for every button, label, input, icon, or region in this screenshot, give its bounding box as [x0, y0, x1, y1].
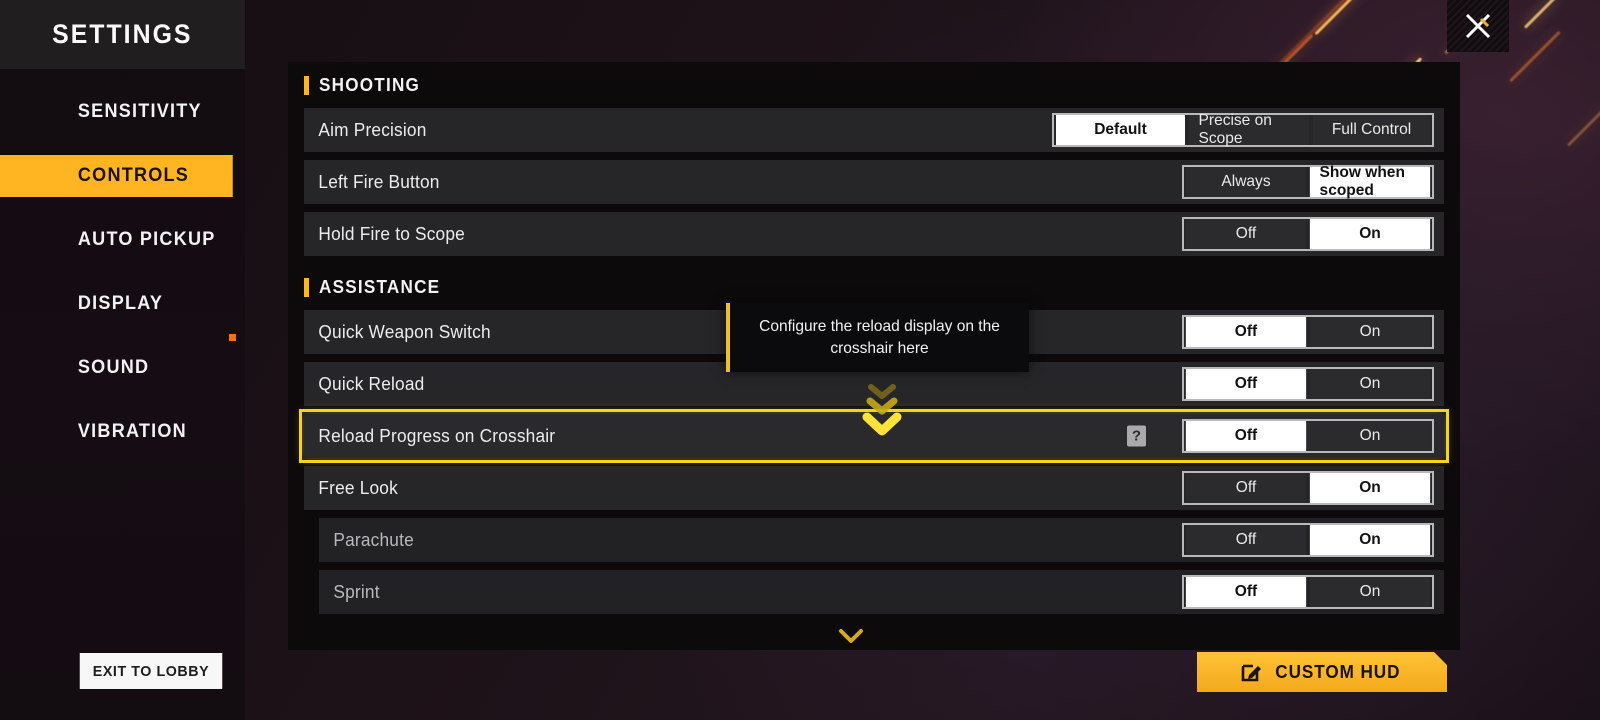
segment-option[interactable]: On: [1309, 577, 1431, 607]
sidebar-title-bar: SETTINGS: [0, 0, 245, 69]
sidebar-item-label: AUTO PICKUP: [77, 229, 216, 250]
custom-hud-button[interactable]: CUSTOM HUD: [1197, 652, 1447, 692]
segment-option[interactable]: Full Control: [1312, 115, 1431, 145]
segment-option[interactable]: On: [1309, 473, 1431, 503]
sidebar-item-label: SOUND: [77, 357, 150, 378]
sidebar-item-label: VIBRATION: [77, 421, 187, 442]
segment-option[interactable]: Off: [1185, 473, 1307, 503]
sidebar-item-label: DISPLAY: [77, 293, 164, 314]
page-title: SETTINGS: [52, 19, 193, 49]
setting-row-label: Quick Weapon Switch: [318, 321, 491, 342]
sidebar-item-label: SENSITIVITY: [77, 101, 202, 122]
segment-option[interactable]: Always: [1185, 167, 1307, 197]
chevron-down-icon: [839, 629, 863, 643]
segment-option[interactable]: Off: [1185, 525, 1307, 555]
close-icon: [1465, 13, 1491, 39]
setting-row-label: Free Look: [318, 477, 398, 498]
segmented-control: Always Show when scoped: [1182, 164, 1434, 199]
setting-row[interactable]: Parachute Off On: [319, 518, 1444, 562]
setting-row[interactable]: Left Fire Button Always Show when scoped: [304, 160, 1444, 204]
close-button[interactable]: [1447, 0, 1509, 52]
segment-option[interactable]: On: [1309, 525, 1431, 555]
setting-row-label: Hold Fire to Scope: [318, 223, 465, 244]
segmented-control: Off On: [1182, 217, 1434, 251]
scroll-down-indicator[interactable]: [838, 628, 864, 649]
segment-option[interactable]: Off: [1185, 317, 1307, 347]
setting-row[interactable]: Hold Fire to Scope Off On: [304, 212, 1444, 256]
segment-option[interactable]: Off: [1185, 577, 1307, 607]
setting-row[interactable]: Free Look Off On: [304, 466, 1444, 510]
setting-row[interactable]: Sprint Off On: [319, 570, 1444, 614]
sidebar-item-sensitivity[interactable]: SENSITIVITY: [0, 91, 233, 133]
setting-row-label: Aim Precision: [318, 119, 427, 140]
sidebar-item-sound[interactable]: SOUND: [0, 347, 233, 389]
sidebar-item-vibration[interactable]: VIBRATION: [0, 411, 233, 453]
tooltip-text: Configure the reload display on the cros…: [759, 317, 1000, 357]
section-header-shooting: SHOOTING: [288, 62, 1460, 108]
segment-option[interactable]: Off: [1185, 219, 1307, 249]
section-accent-bar: [304, 75, 309, 95]
exit-to-lobby-button[interactable]: EXIT TO LOBBY: [79, 653, 223, 689]
streak-decoration: [1509, 30, 1561, 83]
section-accent-bar: [304, 277, 309, 297]
sidebar-top-spacer: [0, 69, 245, 91]
segment-option[interactable]: Off: [1185, 369, 1307, 399]
segmented-control: Off On: [1182, 419, 1434, 453]
segment-option[interactable]: Show when scoped: [1309, 164, 1431, 199]
segment-option[interactable]: Precise on Scope: [1188, 112, 1310, 147]
section-title: ASSISTANCE: [319, 276, 441, 297]
segmented-control: Default Precise on Scope Full Control: [1052, 112, 1434, 147]
segment-option[interactable]: On: [1309, 369, 1431, 399]
setting-row-label: Left Fire Button: [318, 171, 440, 192]
segmented-control: Off On: [1182, 523, 1434, 557]
sidebar-item-controls[interactable]: CONTROLS: [0, 155, 233, 197]
segment-option[interactable]: On: [1309, 219, 1431, 249]
segment-option[interactable]: On: [1309, 317, 1431, 347]
setting-row-label: Quick Reload: [318, 373, 425, 394]
tooltip-callout: Configure the reload display on the cros…: [726, 303, 1029, 372]
sidebar-item-display[interactable]: DISPLAY: [0, 283, 233, 325]
setting-row[interactable]: Aim Precision Default Precise on Scope Full…: [304, 108, 1444, 152]
segment-option[interactable]: On: [1309, 421, 1431, 451]
chevrons-down-icon: [862, 381, 902, 437]
custom-hud-label: CUSTOM HUD: [1274, 661, 1401, 682]
setting-row-label: Parachute: [333, 529, 414, 550]
edit-pencil-icon: [1241, 661, 1263, 683]
settings-sidebar: SETTINGS SENSITIVITY CONTROLS AUTO PICKUP D…: [0, 0, 245, 720]
question-mark-icon[interactable]: ?: [1127, 425, 1146, 447]
streak-decoration: [1566, 106, 1600, 147]
segmented-control: Off On: [1182, 315, 1434, 349]
sidebar-item-auto-pickup[interactable]: AUTO PICKUP: [0, 219, 233, 261]
segmented-control: Off On: [1182, 575, 1434, 609]
setting-row-label: Reload Progress on Crosshair: [318, 425, 556, 446]
segment-option[interactable]: Off: [1185, 421, 1307, 451]
segmented-control: Off On: [1182, 367, 1434, 401]
segment-option[interactable]: Default: [1055, 115, 1186, 145]
setting-row-label: Sprint: [333, 581, 380, 602]
sound-notification-badge: [229, 334, 236, 341]
sidebar-nav-list: SENSITIVITY CONTROLS AUTO PICKUP DISPLAY SOU…: [0, 91, 245, 453]
segmented-control: Off On: [1182, 471, 1434, 505]
sidebar-item-label: CONTROLS: [77, 165, 190, 186]
section-title: SHOOTING: [319, 74, 421, 95]
exit-to-lobby-label: EXIT TO LOBBY: [92, 662, 210, 680]
streak-decoration: [1523, 0, 1559, 29]
